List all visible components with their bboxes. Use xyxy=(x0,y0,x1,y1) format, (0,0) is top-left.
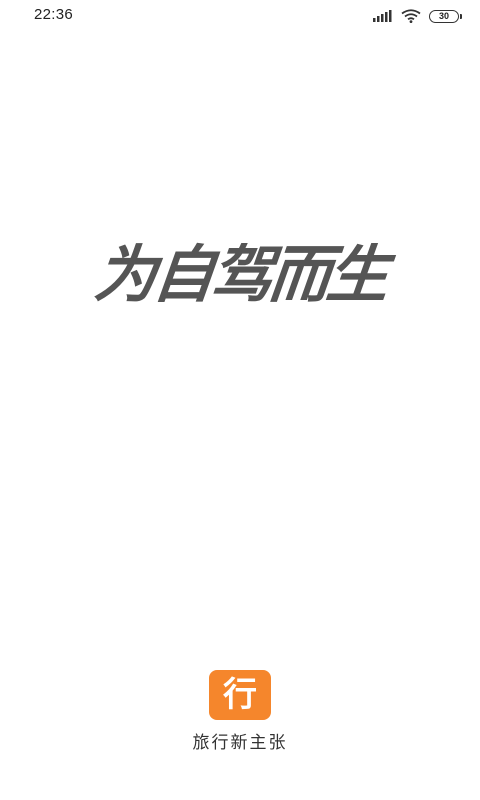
splash-slogan: 为自驾而生 xyxy=(91,238,389,311)
status-icons: 30 xyxy=(373,8,462,24)
battery-icon: 30 xyxy=(429,9,459,23)
app-name: 旅行新主张 xyxy=(192,733,288,753)
status-bar: 22:36 30 xyxy=(0,0,480,32)
app-logo: 行 xyxy=(209,670,271,720)
battery-level: 30 xyxy=(438,10,449,21)
wifi-icon xyxy=(401,9,421,23)
signal-icon xyxy=(373,10,392,22)
battery-tip xyxy=(460,13,462,19)
app-logo-char: 行 xyxy=(223,675,257,715)
status-time: 22:36 xyxy=(34,6,74,23)
